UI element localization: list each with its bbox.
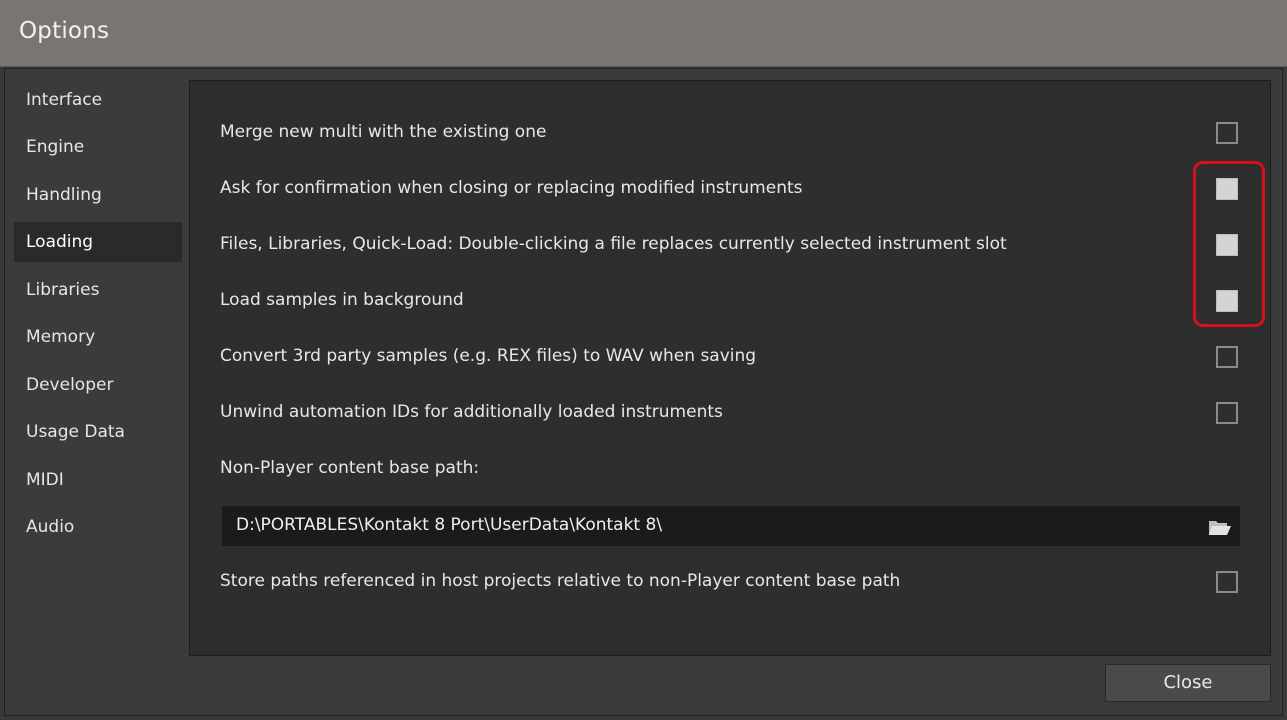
option-label-load-background: Load samples in background [220,290,464,310]
options-window: Options Interface Engine Handling Loadin… [0,0,1287,720]
option-label-convert-wav: Convert 3rd party samples (e.g. REX file… [220,346,757,366]
sidebar-item-developer[interactable]: Developer [14,365,182,405]
window-title: Options [19,18,110,44]
ask-confirmation-checkbox[interactable] [1216,178,1238,200]
folder-open-icon[interactable] [1208,517,1232,537]
base-path-label: Non-Player content base path: [220,458,480,478]
unwind-automation-checkbox[interactable] [1216,402,1238,424]
store-relative-checkbox[interactable] [1216,571,1238,593]
base-path-field[interactable]: D:\PORTABLES\Kontakt 8 Port\UserData\Kon… [222,506,1240,546]
option-label-merge-multi: Merge new multi with the existing one [220,122,547,142]
sidebar-item-handling[interactable]: Handling [14,175,182,215]
option-label-ask-confirmation: Ask for confirmation when closing or rep… [220,178,803,198]
option-label-unwind-automation: Unwind automation IDs for additionally l… [220,402,723,422]
option-label-double-click-replaces: Files, Libraries, Quick-Load: Double-cli… [220,234,1007,254]
base-path-value: D:\PORTABLES\Kontakt 8 Port\UserData\Kon… [236,515,663,535]
convert-wav-checkbox[interactable] [1216,346,1238,368]
sidebar-item-libraries[interactable]: Libraries [14,270,182,310]
option-label-store-relative: Store paths referenced in host projects … [220,571,901,591]
merge-multi-checkbox[interactable] [1216,122,1238,144]
loading-panel: Merge new multi with the existing one As… [189,80,1271,656]
sidebar-item-engine[interactable]: Engine [14,127,182,167]
sidebar-item-memory[interactable]: Memory [14,317,182,357]
sidebar-item-loading[interactable]: Loading [14,222,182,262]
sidebar-item-usage-data[interactable]: Usage Data [14,412,182,452]
sidebar-item-interface[interactable]: Interface [14,80,182,120]
title-bar[interactable]: Options [0,0,1287,67]
sidebar-item-midi[interactable]: MIDI [14,460,182,500]
double-click-replaces-checkbox[interactable] [1216,234,1238,256]
sidebar-item-audio[interactable]: Audio [14,507,182,547]
load-background-checkbox[interactable] [1216,290,1238,312]
close-button[interactable]: Close [1105,664,1271,702]
